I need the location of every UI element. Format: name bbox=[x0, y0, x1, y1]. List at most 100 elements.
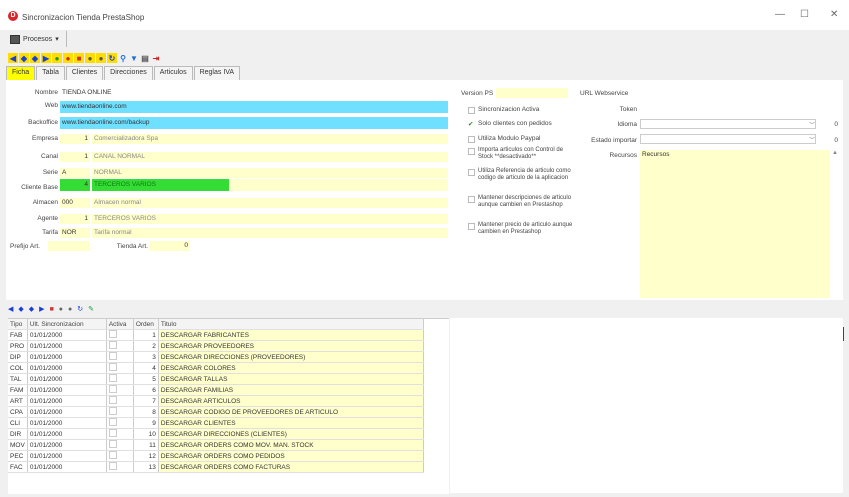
web-field[interactable]: www.tiendaonline.com bbox=[60, 101, 448, 113]
checkbox bbox=[108, 363, 117, 371]
delete-record-icon[interactable]: ● bbox=[63, 53, 73, 63]
cell-activa[interactable] bbox=[106, 351, 134, 363]
tarifa-code[interactable]: NOR bbox=[60, 228, 90, 238]
procesos-button[interactable]: Procesos ▾ bbox=[7, 33, 62, 45]
paypal-check[interactable]: Utiliza Modulo Paypal bbox=[468, 135, 578, 143]
scrollbar[interactable] bbox=[843, 327, 844, 341]
agente-code[interactable]: 1 bbox=[60, 214, 90, 224]
grid-header-ult-sync[interactable]: Ult. Sincronizacion bbox=[27, 319, 107, 330]
edit-record-icon[interactable]: ■ bbox=[50, 306, 54, 313]
post-record-icon[interactable]: ● bbox=[59, 306, 63, 313]
settings-icon[interactable]: ✎ bbox=[88, 305, 94, 313]
cell-activa[interactable] bbox=[106, 373, 134, 385]
tienda-art-field[interactable]: 0 bbox=[150, 241, 190, 251]
descripciones-check[interactable]: Mantener descripciones de articulo aunqu… bbox=[468, 195, 578, 209]
last-record-icon[interactable]: ▶ bbox=[41, 53, 51, 63]
tab-direcciones[interactable]: Direcciones bbox=[104, 66, 153, 80]
scroll-up-icon[interactable]: ▲ bbox=[832, 150, 838, 156]
prev-record-icon[interactable]: ◆ bbox=[18, 305, 23, 313]
almacen-code[interactable]: 000 bbox=[60, 198, 90, 208]
table-row[interactable]: ART 01/01/2000 7 DESCARGAR ARTICULOS bbox=[8, 395, 424, 407]
empresa-code[interactable]: 1 bbox=[60, 134, 90, 144]
cell-orden: 2 bbox=[133, 340, 159, 352]
table-row[interactable]: TAL 01/01/2000 5 DESCARGAR TALLAS bbox=[8, 373, 424, 385]
table-row[interactable]: FAB 01/01/2000 1 DESCARGAR FABRICANTES bbox=[8, 329, 424, 341]
tab-clientes[interactable]: Clientes bbox=[65, 66, 104, 80]
prev-record-icon[interactable]: ◆ bbox=[19, 53, 29, 63]
next-record-icon[interactable]: ◆ bbox=[29, 305, 34, 313]
checkbox bbox=[108, 385, 117, 393]
add-record-icon[interactable]: ● bbox=[52, 53, 62, 63]
cell-activa[interactable] bbox=[106, 340, 134, 352]
cell-activa[interactable] bbox=[106, 329, 134, 341]
cell-activa[interactable] bbox=[106, 362, 134, 374]
table-row[interactable]: FAC 01/01/2000 13 DESCARGAR ORDERS COMO FAC… bbox=[8, 461, 424, 473]
edit-record-icon[interactable]: ■ bbox=[74, 53, 84, 63]
cancel-record-icon[interactable]: ● bbox=[96, 53, 106, 63]
table-row[interactable]: PRO 01/01/2000 2 DESCARGAR PROVEEDORES bbox=[8, 340, 424, 352]
cell-activa[interactable] bbox=[106, 428, 134, 440]
backoffice-field[interactable]: www.tiendaonline.com/backup bbox=[60, 117, 448, 129]
cell-activa[interactable] bbox=[106, 395, 134, 407]
minimize-icon[interactable]: — bbox=[775, 9, 785, 20]
export-icon[interactable]: ▤ bbox=[140, 53, 150, 63]
table-row[interactable]: MOV 01/01/2000 11 DESCARGAR ORDERS COMO MOV… bbox=[8, 439, 424, 451]
cancel-record-icon[interactable]: ● bbox=[68, 306, 72, 313]
prefijo-field[interactable] bbox=[48, 241, 90, 251]
cell-activa[interactable] bbox=[106, 417, 134, 429]
referencia-check[interactable]: Utiliza Referencia de articulo como codi… bbox=[468, 168, 578, 182]
search-icon[interactable]: ⚲ bbox=[118, 53, 128, 63]
grid-header-titulo[interactable]: Titulo bbox=[158, 319, 424, 330]
close-icon[interactable]: ✕ bbox=[830, 9, 838, 20]
idioma-select[interactable]: ﹀ bbox=[640, 119, 816, 129]
maximize-icon[interactable]: ☐ bbox=[800, 9, 809, 20]
tab-tabla[interactable]: Tabla bbox=[36, 66, 65, 80]
version-ps-field[interactable] bbox=[496, 88, 568, 98]
post-record-icon[interactable]: ● bbox=[85, 53, 95, 63]
table-row[interactable]: CPA 01/01/2000 8 DESCARGAR CODIGO DE PROVEE… bbox=[8, 406, 424, 418]
tab-ficha[interactable]: Ficha bbox=[6, 66, 36, 80]
canal-code[interactable]: 1 bbox=[60, 152, 90, 162]
control-stock-check[interactable]: Importa articulos con Control de Stock *… bbox=[468, 147, 578, 161]
precio-check[interactable]: Mantener precio de articulo aunque cambi… bbox=[468, 222, 578, 236]
cell-orden: 5 bbox=[133, 373, 159, 385]
first-record-icon[interactable]: ◀ bbox=[8, 53, 18, 63]
table-row[interactable]: FAM 01/01/2000 6 DESCARGAR FAMILIAS bbox=[8, 384, 424, 396]
estado-importar-select[interactable]: ﹀ bbox=[640, 134, 816, 144]
cell-ult-sync: 01/01/2000 bbox=[27, 428, 107, 440]
grid-header-orden[interactable]: Orden bbox=[133, 319, 159, 330]
refresh-icon[interactable]: ↻ bbox=[77, 305, 83, 313]
tarifa-label: Tarifa bbox=[42, 229, 58, 236]
table-row[interactable]: DIR 01/01/2000 10 DESCARGAR DIRECCIONES (CL… bbox=[8, 428, 424, 440]
next-record-icon[interactable]: ◆ bbox=[30, 53, 40, 63]
cell-activa[interactable] bbox=[106, 439, 134, 451]
token-field[interactable] bbox=[640, 104, 840, 114]
sincronizacion-activa-check[interactable]: Sincronizacion Activa bbox=[468, 106, 578, 114]
cell-activa[interactable] bbox=[106, 461, 134, 473]
recursos-field[interactable]: Recursos bbox=[640, 150, 830, 298]
cell-activa[interactable] bbox=[106, 406, 134, 418]
url-webservice-field[interactable] bbox=[640, 88, 840, 98]
nombre-field[interactable]: TIENDA ONLINE bbox=[60, 88, 448, 98]
cell-activa[interactable] bbox=[106, 450, 134, 462]
tab-reglas-iva[interactable]: Reglas IVA bbox=[193, 66, 241, 80]
grid-header-tipo[interactable]: Tipo bbox=[8, 319, 28, 330]
agente-label: Agente bbox=[37, 215, 58, 222]
cell-activa[interactable] bbox=[106, 384, 134, 396]
serie-code[interactable]: A bbox=[60, 168, 90, 178]
solo-clientes-check[interactable]: ✔ Solo clientes con pedidos bbox=[468, 120, 578, 128]
table-row[interactable]: PEC 01/01/2000 12 DESCARGAR ORDERS COMO PED… bbox=[8, 450, 424, 462]
table-row[interactable]: COL 01/01/2000 4 DESCARGAR COLORES bbox=[8, 362, 424, 374]
tab-articulos[interactable]: Articulos bbox=[153, 66, 193, 80]
filter-icon[interactable]: ▼ bbox=[129, 53, 139, 63]
refresh-icon[interactable]: ↻ bbox=[107, 53, 117, 63]
last-record-icon[interactable]: ▶ bbox=[39, 305, 44, 313]
table-row[interactable]: DIP 01/01/2000 3 DESCARGAR DIRECCIONES (PRO… bbox=[8, 351, 424, 363]
cliente-base-code[interactable]: 4 bbox=[60, 179, 90, 191]
table-row[interactable]: CLI 01/01/2000 9 DESCARGAR CLIENTES bbox=[8, 417, 424, 429]
first-record-icon[interactable]: ◀ bbox=[8, 305, 13, 313]
exit-icon[interactable]: ⇥ bbox=[151, 53, 161, 63]
canal-label: Canal bbox=[41, 153, 58, 160]
checkbox bbox=[468, 196, 475, 203]
grid-header-activa[interactable]: Activa bbox=[106, 319, 134, 330]
